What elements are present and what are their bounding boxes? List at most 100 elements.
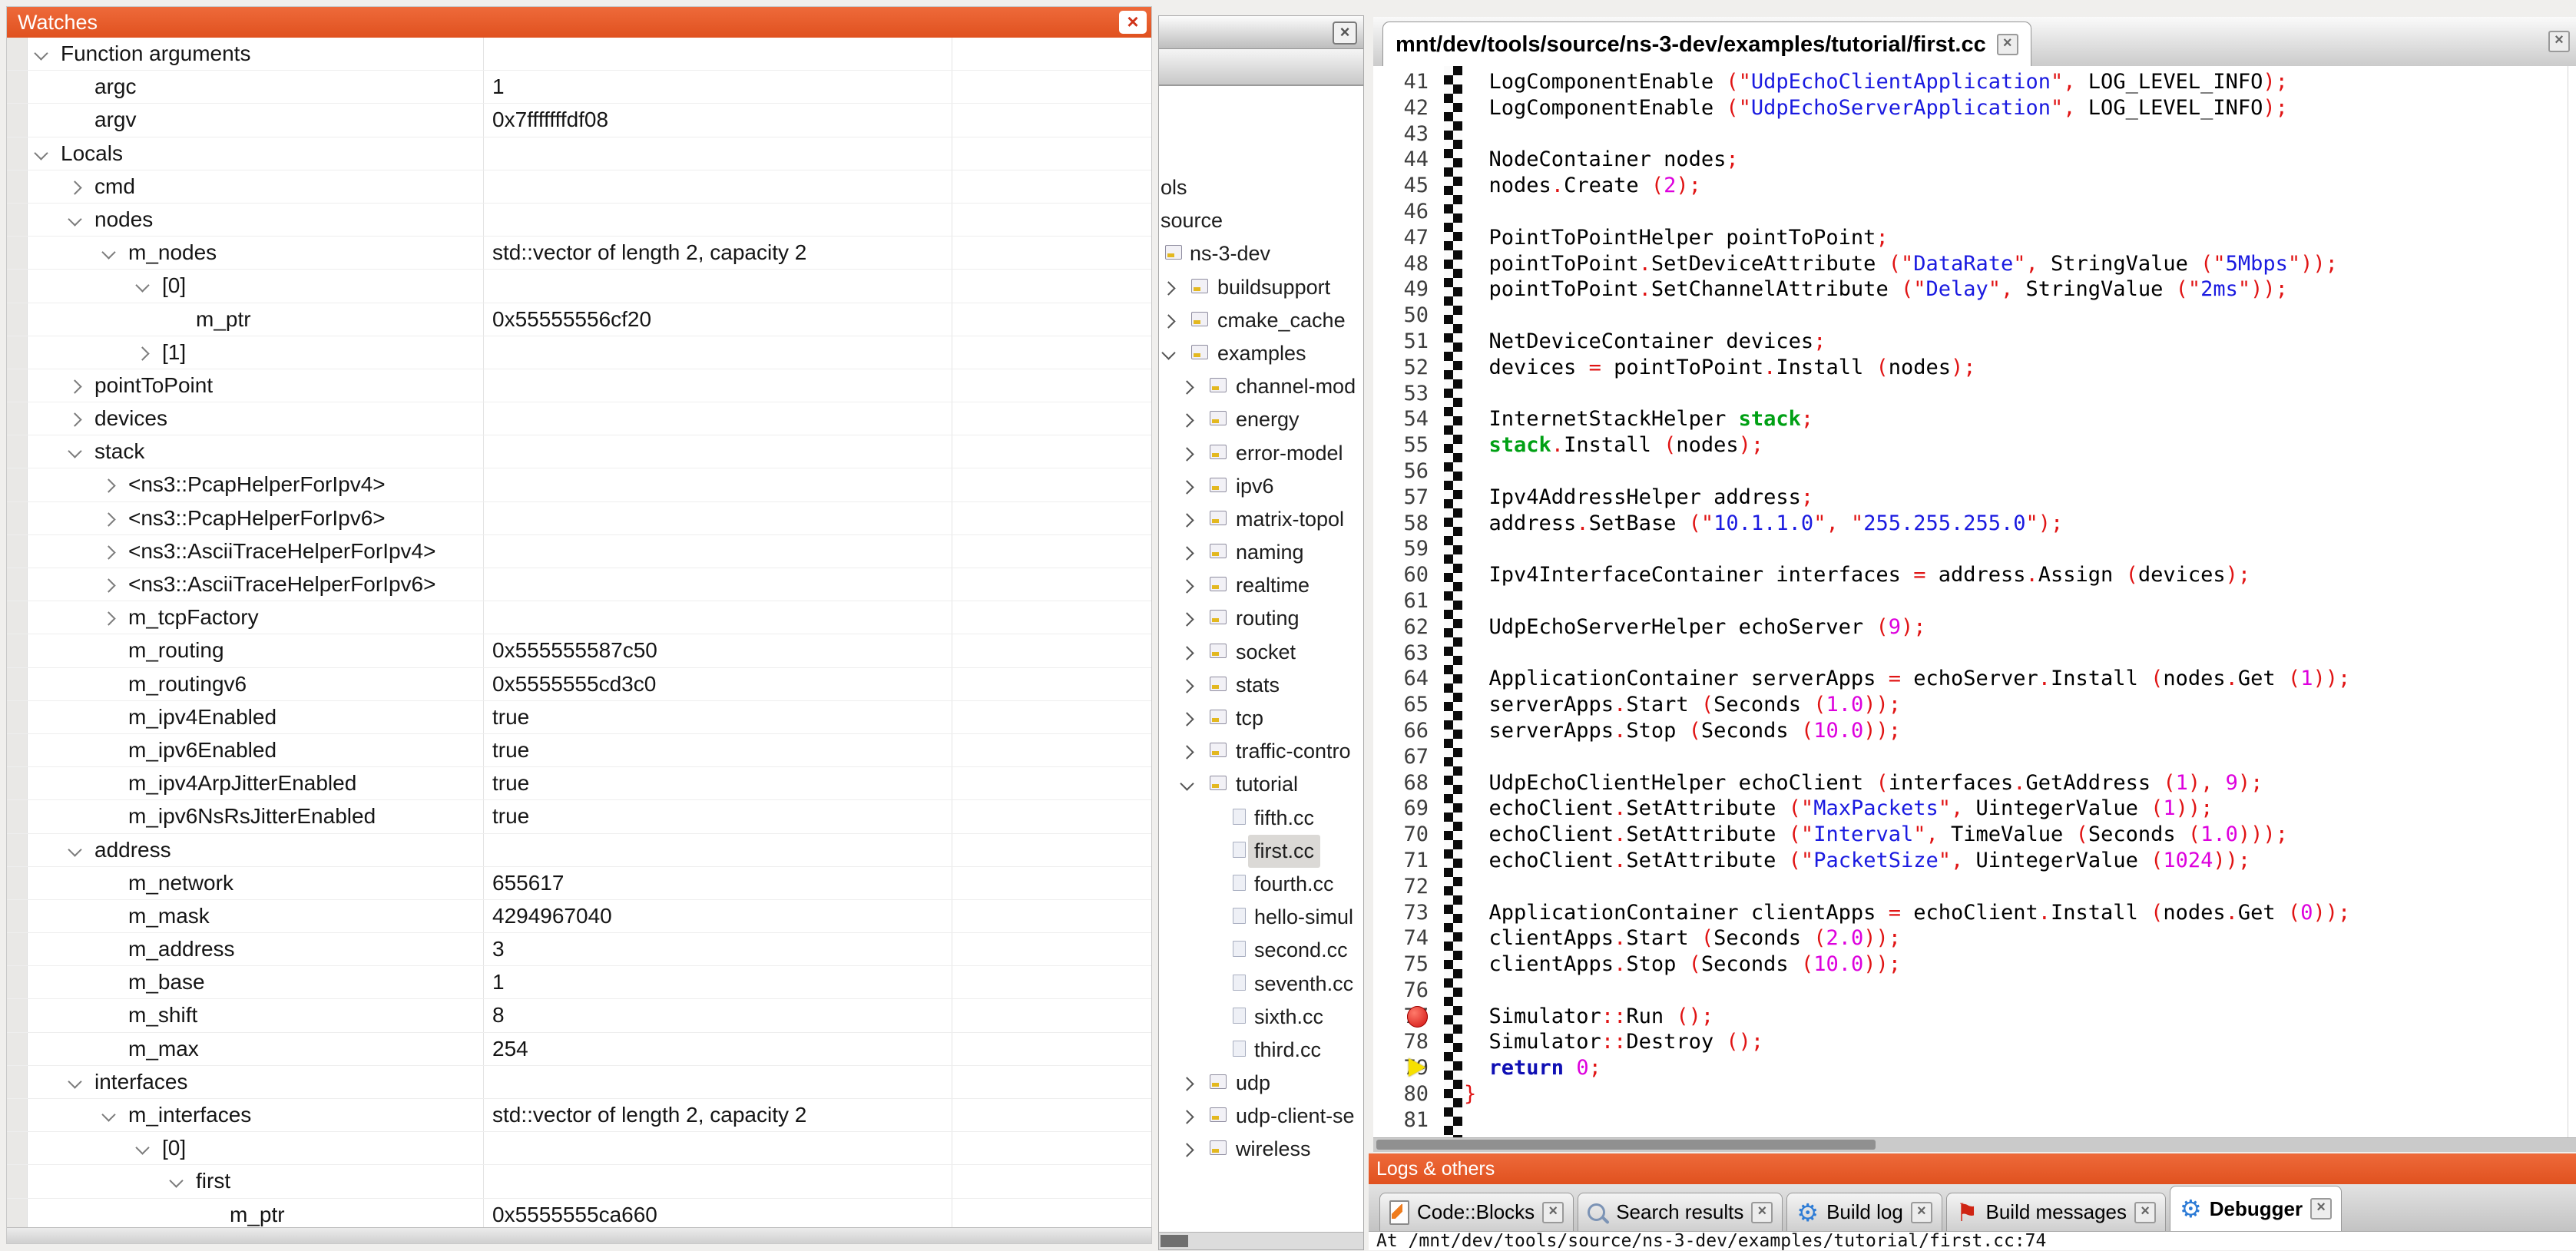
watch-row[interactable]: [1] [7,336,1151,369]
watch-row[interactable]: nodes [7,204,1151,237]
watch-row[interactable]: m_ipv6Enabledtrue [7,734,1151,767]
close-icon[interactable]: × [1542,1202,1564,1223]
chevron-right-icon[interactable] [1161,281,1175,295]
chevron-down-icon[interactable] [101,1107,115,1121]
close-icon[interactable]: × [2134,1202,2156,1223]
watch-row[interactable]: [0] [7,1132,1151,1165]
tree-item-source[interactable]: source [1159,204,1363,237]
chevron-down-icon[interactable] [34,46,48,60]
chevron-right-icon[interactable] [1180,513,1194,527]
watch-row[interactable]: m_ipv4Enabledtrue [7,701,1151,734]
tree-item-udp[interactable]: udp [1159,1067,1363,1100]
chevron-right-icon[interactable] [1180,1143,1194,1157]
chevron-right-icon[interactable] [1180,1110,1194,1124]
watch-row[interactable]: m_nodesstd::vector of length 2, capacity… [7,237,1151,270]
breakpoint-marker[interactable] [1407,1006,1428,1028]
close-icon[interactable]: × [1333,22,1357,45]
watch-row[interactable]: m_interfacesstd::vector of length 2, cap… [7,1099,1151,1132]
tree-item-fourth-cc[interactable]: fourth.cc [1159,868,1363,901]
chevron-right-icon[interactable] [1180,613,1194,627]
chevron-down-icon[interactable] [68,212,81,226]
watch-row[interactable]: m_address3 [7,933,1151,966]
code-area[interactable]: 4142434445464748495051525354555657585960… [1373,66,2576,1138]
chevron-right-icon[interactable] [68,379,81,393]
watch-row[interactable]: <ns3::AsciiTraceHelperForIpv4> [7,535,1151,568]
chevron-right-icon[interactable] [68,412,81,426]
watch-row[interactable]: m_max254 [7,1033,1151,1066]
tree-item-udp-client-se[interactable]: udp-client-se [1159,1100,1363,1133]
close-icon[interactable]: × [2310,1198,2332,1220]
watch-row[interactable]: <ns3::AsciiTraceHelperForIpv6> [7,568,1151,601]
tree-item-socket[interactable]: socket [1159,636,1363,669]
tree-item-seventh-cc[interactable]: seventh.cc [1159,968,1363,1001]
tree-item-second-cc[interactable]: second.cc [1159,934,1363,967]
chevron-down-icon[interactable] [68,842,81,856]
tree-item-third-cc[interactable]: third.cc [1159,1034,1363,1067]
watch-row[interactable]: Function arguments [7,38,1151,71]
tree-item-naming[interactable]: naming [1159,536,1363,569]
tree-item-error-model[interactable]: error-model [1159,437,1363,470]
tree-item-wireless[interactable]: wireless [1159,1133,1363,1166]
tree-item-stats[interactable]: stats [1159,669,1363,702]
tree-item-routing[interactable]: routing [1159,602,1363,635]
chevron-down-icon[interactable] [1161,346,1175,359]
watch-row[interactable]: interfaces [7,1066,1151,1099]
tree-item-tutorial[interactable]: tutorial [1159,768,1363,801]
tree-item-cmake-cache[interactable]: cmake_cache [1159,304,1363,337]
watch-row[interactable]: m_network655617 [7,867,1151,900]
watch-row[interactable]: <ns3::PcapHelperForIpv4> [7,468,1151,501]
watch-row[interactable]: first [7,1165,1151,1198]
tree-item-sixth-cc[interactable]: sixth.cc [1159,1001,1363,1034]
editor-tab-first-cc[interactable]: mnt/dev/tools/source/ns-3-dev/examples/t… [1382,22,2031,66]
chevron-right-icon[interactable] [101,545,115,559]
tree-item-traffic-contro[interactable]: traffic-contro [1159,735,1363,768]
chevron-down-icon[interactable] [135,1140,149,1154]
watches-h-scrollbar[interactable] [7,1227,1151,1243]
watch-row[interactable]: m_tcpFactory [7,601,1151,634]
chevron-right-icon[interactable] [1180,414,1194,428]
watches-titlebar[interactable]: Watches × [7,7,1151,38]
watch-row[interactable]: stack [7,435,1151,468]
tree-scroll-thumb[interactable] [1161,1235,1188,1247]
chevron-right-icon[interactable] [135,346,149,360]
watch-row[interactable]: [0] [7,270,1151,303]
chevron-right-icon[interactable] [101,512,115,526]
close-icon[interactable]: × [2548,31,2570,52]
chevron-right-icon[interactable] [1180,380,1194,394]
chevron-down-icon[interactable] [68,1074,81,1088]
watch-row[interactable]: Locals [7,137,1151,170]
chevron-right-icon[interactable] [68,180,81,194]
watch-row[interactable]: m_routing0x555555587c50 [7,634,1151,667]
close-icon[interactable]: × [1119,11,1147,34]
tree-h-scrollbar[interactable] [1159,1232,1363,1249]
logs-titlebar[interactable]: Logs & others [1369,1153,2576,1184]
tree-item-fifth-cc[interactable]: fifth.cc [1159,802,1363,835]
tree-item-tcp[interactable]: tcp [1159,702,1363,735]
chevron-down-icon[interactable] [101,245,115,259]
chevron-down-icon[interactable] [68,445,81,458]
watch-row[interactable]: m_mask4294967040 [7,900,1151,933]
chevron-down-icon[interactable] [1180,777,1194,791]
editor-h-scrollbar[interactable] [1373,1137,2576,1152]
watch-row[interactable]: m_ptr0x5555555ca660 [7,1199,1151,1228]
chevron-right-icon[interactable] [1180,646,1194,660]
chevron-right-icon[interactable] [101,479,115,493]
tree-item-energy[interactable]: energy [1159,403,1363,436]
chevron-down-icon[interactable] [135,279,149,293]
chevron-right-icon[interactable] [101,578,115,592]
chevron-right-icon[interactable] [1180,447,1194,461]
tree-item-matrix-topol[interactable]: matrix-topol [1159,503,1363,536]
watch-row[interactable]: cmd [7,170,1151,204]
breakpoint-margin[interactable] [1444,66,1462,1138]
watch-row[interactable]: <ns3::PcapHelperForIpv6> [7,502,1151,535]
chevron-down-icon[interactable] [34,146,48,160]
close-icon[interactable]: × [1911,1202,1932,1223]
tree-item-ipv6[interactable]: ipv6 [1159,470,1363,503]
watch-row[interactable]: address [7,834,1151,867]
chevron-right-icon[interactable] [1180,1077,1194,1090]
tree-item-realtime[interactable]: realtime [1159,569,1363,602]
chevron-right-icon[interactable] [1180,679,1194,693]
watch-row[interactable]: m_shift8 [7,999,1151,1032]
watch-row[interactable]: argc1 [7,71,1151,104]
watch-row[interactable]: devices [7,402,1151,435]
